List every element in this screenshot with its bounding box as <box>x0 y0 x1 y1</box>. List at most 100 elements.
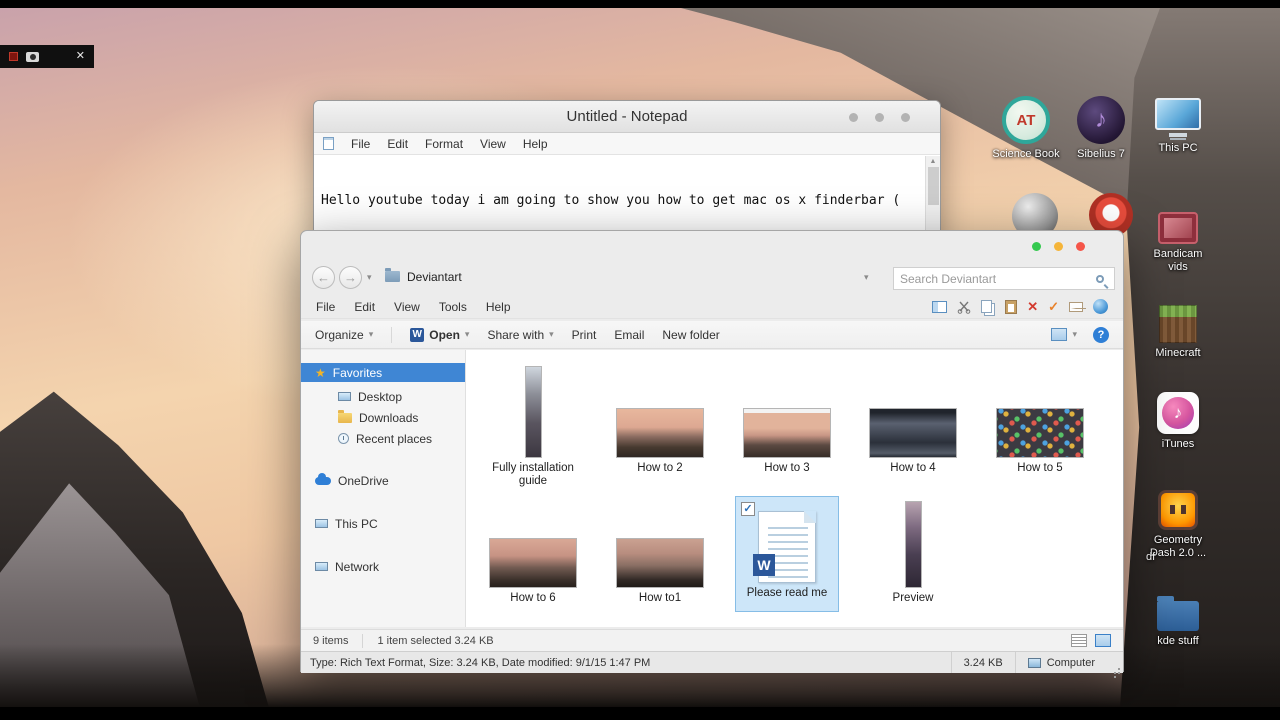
sidebar-item-this-pc[interactable]: This PC <box>301 514 465 533</box>
folder-icon <box>385 268 400 282</box>
file-fully-installation-guide[interactable]: Fully installation guide <box>481 366 585 488</box>
list-view-icon[interactable] <box>1071 634 1087 647</box>
selection-checkbox[interactable]: ✓ <box>741 502 755 516</box>
share-with-button[interactable]: Share with ▾ <box>487 328 553 342</box>
desktop-icon-label: iTunes <box>1161 438 1195 450</box>
desktop-icon-sibelius[interactable]: ♪ Sibelius 7 <box>1066 96 1136 161</box>
organize-button[interactable]: Organize ▾ <box>315 328 373 342</box>
address-dropdown-chevron-icon[interactable]: ▾ <box>864 272 869 283</box>
file-preview[interactable]: Preview <box>861 496 965 605</box>
menu-help[interactable]: Help <box>486 300 511 314</box>
sidebar-item-desktop[interactable]: Desktop <box>301 387 465 406</box>
file-icon-box <box>861 366 965 458</box>
explorer-content: ★ Favorites Desktop Downloads Recent pla… <box>301 350 1123 627</box>
file-how-to-2[interactable]: How to 2 <box>608 366 712 475</box>
layout-panel-icon[interactable] <box>932 300 948 313</box>
notepad-title-bar[interactable]: Untitled - Notepad <box>314 101 940 133</box>
file-how-to1[interactable]: How to1 <box>608 496 712 605</box>
desktop-icon <box>338 392 351 401</box>
menu-help[interactable]: Help <box>523 137 548 151</box>
desktop-icon-science-book[interactable]: AT Science Book <box>991 96 1061 161</box>
scroll-up-arrow-icon[interactable]: ▲ <box>930 158 937 165</box>
print-button[interactable]: Print <box>572 328 597 342</box>
record-icon[interactable] <box>9 52 18 61</box>
chevron-down-icon: ▾ <box>1072 329 1077 339</box>
help-button[interactable]: ? <box>1093 326 1109 343</box>
menu-file[interactable]: File <box>351 137 370 151</box>
change-view-button[interactable]: ▾ <box>1051 328 1077 341</box>
sidebar-item-downloads[interactable]: Downloads <box>301 408 465 427</box>
notepad-window: Untitled - Notepad File Edit Format View… <box>313 100 941 240</box>
desktop-icon-itunes[interactable]: ♪ iTunes <box>1143 392 1213 451</box>
sidebar-item-favorites[interactable]: ★ Favorites <box>301 363 465 382</box>
search-input[interactable] <box>894 271 1096 286</box>
window-button-yellow[interactable] <box>1054 242 1063 251</box>
star-icon: ★ <box>315 365 326 380</box>
search-icon <box>1096 274 1104 283</box>
file-please-read-me-selected[interactable]: ✓ W Please read me <box>735 496 839 612</box>
breadcrumb[interactable]: Deviantart <box>407 270 462 284</box>
menu-view[interactable]: View <box>480 137 506 151</box>
sidebar-item-network[interactable]: Network <box>301 557 465 576</box>
file-explorer-window: ← → ▾ Deviantart ▾ File Edit View Tools … <box>300 230 1124 673</box>
cut-scissors-icon[interactable] <box>957 300 971 314</box>
window-title: Untitled - Notepad <box>566 108 688 125</box>
file-icon-box <box>988 366 1092 458</box>
notepad-scrollbar[interactable]: ▲ <box>925 156 940 239</box>
window-button-red[interactable] <box>1076 242 1085 251</box>
thumbnail-view-icon[interactable] <box>1095 634 1111 647</box>
file-icon-box <box>481 366 585 458</box>
menu-tools[interactable]: Tools <box>439 300 467 314</box>
file-icon-box <box>481 496 585 588</box>
maximize-button[interactable] <box>875 113 884 122</box>
file-label: Please read me <box>746 587 828 599</box>
network-globe-icon[interactable] <box>1093 299 1108 314</box>
explorer-menu-bar: File Edit View Tools Help ✕ ✓ <box>301 295 1123 319</box>
sidebar-item-onedrive[interactable]: OneDrive <box>301 471 465 490</box>
window-button-green[interactable] <box>1032 242 1041 251</box>
recent-pages-chevron-icon[interactable]: ▾ <box>367 272 372 283</box>
menu-format[interactable]: Format <box>425 137 463 151</box>
checkmark-icon[interactable]: ✓ <box>1048 300 1059 313</box>
menu-file[interactable]: File <box>316 300 335 314</box>
close-icon[interactable]: ✕ <box>76 51 85 62</box>
sidebar-item-recent-places[interactable]: Recent places <box>301 429 465 448</box>
email-button[interactable]: Email <box>614 328 644 342</box>
close-button[interactable] <box>901 113 910 122</box>
desktop-icon-kde-stuff[interactable]: kde stuff <box>1143 592 1213 648</box>
camera-icon[interactable] <box>26 51 39 62</box>
menu-edit[interactable]: Edit <box>387 137 408 151</box>
file-how-to-6[interactable]: How to 6 <box>481 496 585 605</box>
new-folder-label: New folder <box>662 327 720 342</box>
file-how-to-4[interactable]: How to 4 <box>861 366 965 475</box>
copy-icon[interactable] <box>981 300 993 313</box>
minimize-button[interactable] <box>849 113 858 122</box>
new-folder-button[interactable]: New folder <box>662 328 719 342</box>
forward-button[interactable]: → <box>339 266 362 289</box>
file-how-to-5[interactable]: How to 5 <box>988 366 1092 475</box>
menu-edit[interactable]: Edit <box>354 300 375 314</box>
downloads-folder-icon <box>338 409 352 423</box>
file-icon-box <box>608 496 712 588</box>
open-button[interactable]: W Open ▾ <box>410 327 469 342</box>
desktop-icon-geometry-dash[interactable]: Geometry Dash 2.0 ... <box>1143 490 1213 560</box>
notepad-text-area[interactable]: Hello youtube today i am going to show y… <box>314 155 940 238</box>
music-note-icon: ♪ <box>1173 403 1183 422</box>
desktop-icon-bandicam-vids[interactable]: Bandicam vids <box>1143 212 1213 274</box>
divider <box>362 633 364 648</box>
desktop-icon-minecraft[interactable]: Minecraft <box>1143 305 1213 360</box>
paste-icon[interactable] <box>1005 299 1018 314</box>
scrollbar-thumb[interactable] <box>927 167 939 205</box>
resize-grip[interactable] <box>1107 652 1123 673</box>
mail-icon[interactable] <box>1069 301 1083 312</box>
desktop-icon-label: Bandicam vids <box>1153 248 1203 273</box>
file-how-to-3[interactable]: How to 3 <box>735 366 839 475</box>
desktop-icon-this-pc[interactable]: This PC <box>1143 98 1213 155</box>
menu-view[interactable]: View <box>394 300 420 314</box>
document-icon <box>323 137 334 150</box>
sidebar-item-label: Favorites <box>332 365 383 380</box>
divider <box>391 326 393 343</box>
delete-icon[interactable]: ✕ <box>1027 300 1038 313</box>
tall-screenshot-thumbnail <box>904 501 922 588</box>
back-button[interactable]: ← <box>312 266 335 289</box>
